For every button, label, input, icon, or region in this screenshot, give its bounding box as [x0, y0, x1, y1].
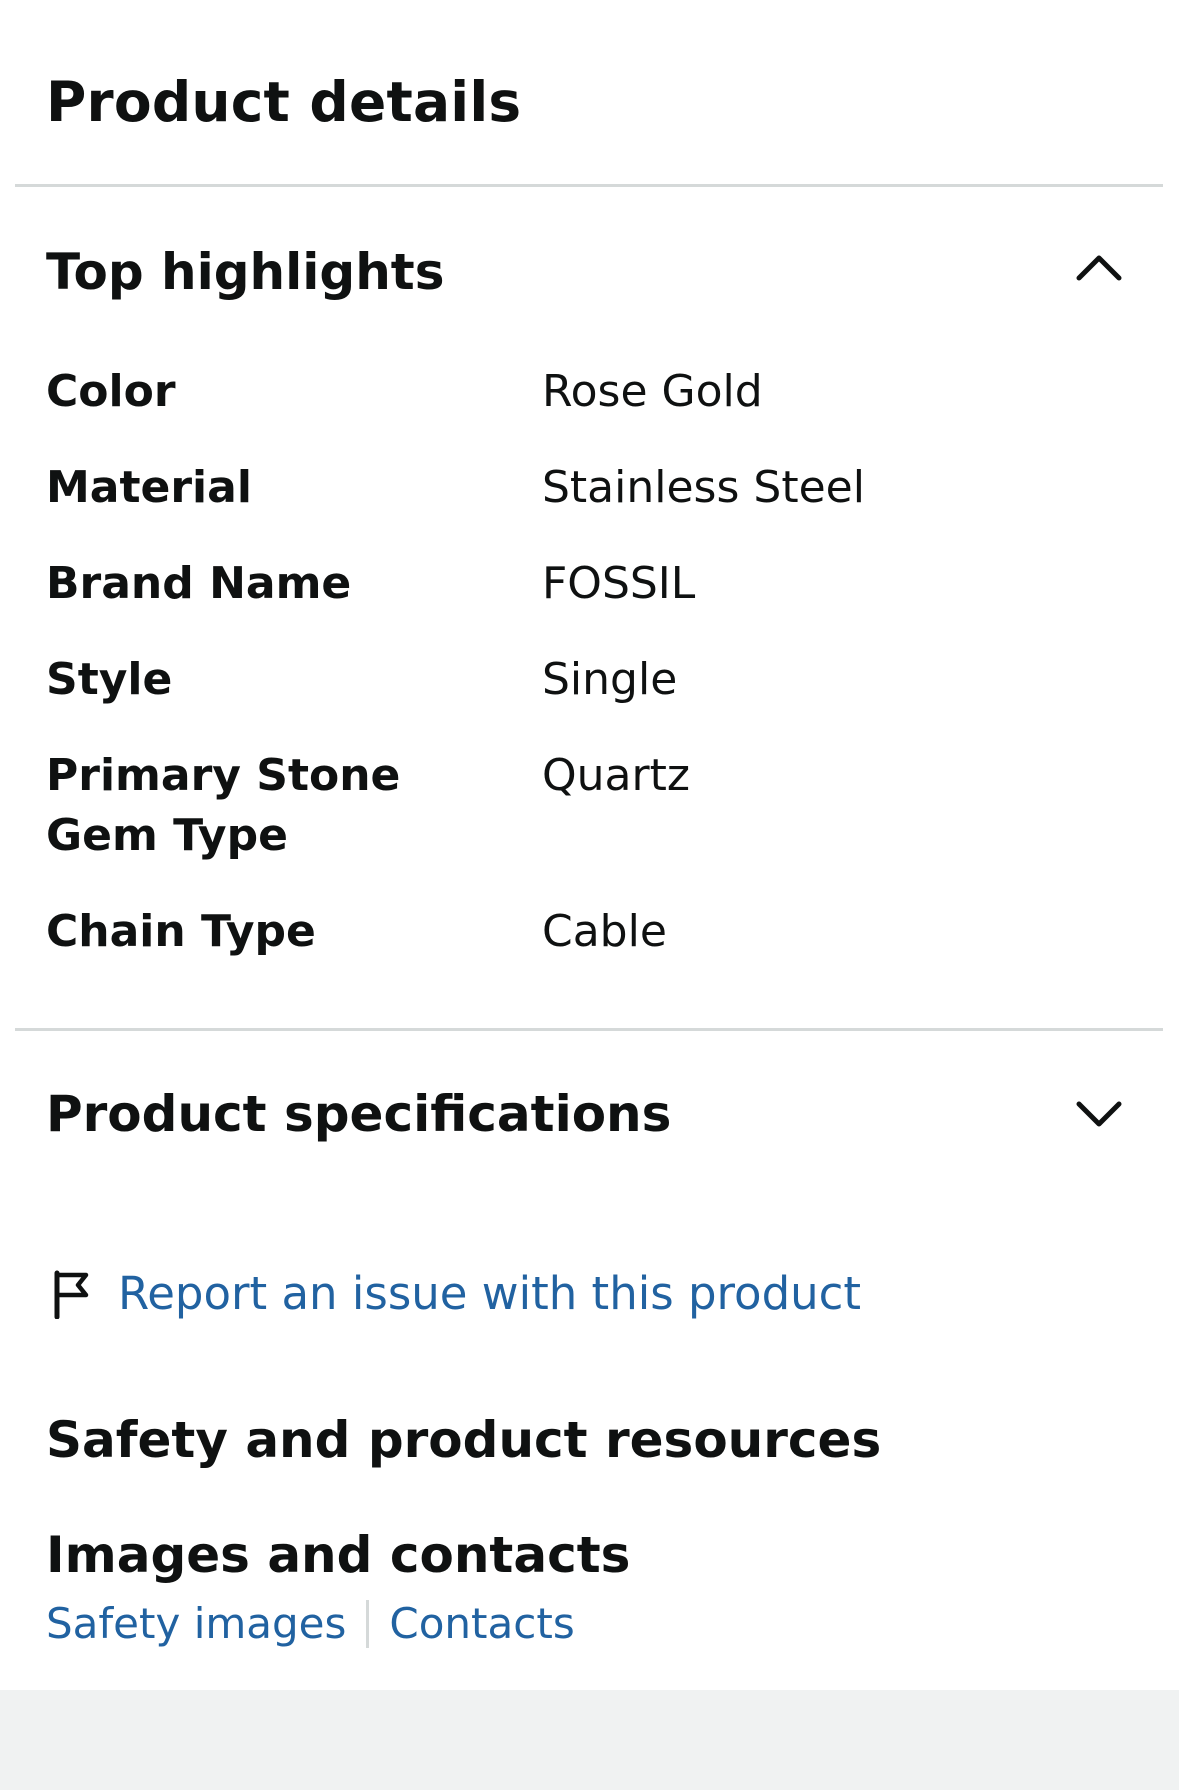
spec-value-chain-type: Cable [542, 906, 667, 957]
chevron-down-icon[interactable] [1069, 1082, 1129, 1142]
divider [15, 184, 1163, 187]
spec-value-brand-name: FOSSIL [542, 558, 696, 609]
report-issue-link[interactable]: Report an issue with this product [52, 1262, 861, 1326]
contacts-link[interactable]: Contacts [389, 1596, 574, 1652]
spec-value-color: Rose Gold [542, 366, 763, 417]
resource-links: Safety images Contacts [46, 1596, 575, 1652]
top-highlights-header[interactable]: Top highlights [0, 222, 1179, 322]
top-highlights-table: Color Rose Gold Material Stainless Steel… [46, 362, 1136, 962]
table-row: Brand Name FOSSIL [46, 554, 1136, 650]
link-separator [366, 1600, 370, 1648]
spec-label-brand-name: Brand Name [46, 558, 352, 609]
safety-images-link[interactable]: Safety images [46, 1596, 346, 1652]
spec-label-color: Color [46, 366, 176, 417]
flag-icon [54, 1270, 89, 1319]
spec-label-style: Style [46, 654, 173, 705]
spec-value-primary-stone-gem-type: Quartz [542, 750, 690, 801]
divider [15, 1028, 1163, 1031]
table-row: Chain Type Cable [46, 902, 1136, 962]
safety-resources-title: Safety and product resources [46, 1411, 882, 1469]
spec-label-material: Material [46, 462, 252, 513]
report-issue-label: Report an issue with this product [118, 1267, 862, 1320]
product-specifications-header[interactable]: Product specifications [0, 1064, 1179, 1164]
table-row: Primary Stone Gem Type Quartz [46, 746, 1136, 902]
page-title: Product details [46, 70, 522, 134]
table-row: Color Rose Gold [46, 362, 1136, 458]
footer-band [0, 1690, 1179, 1790]
top-highlights-title: Top highlights [46, 243, 445, 301]
product-specifications-title: Product specifications [46, 1085, 672, 1143]
images-contacts-title: Images and contacts [46, 1526, 631, 1584]
spec-label-chain-type: Chain Type [46, 906, 316, 957]
chevron-up-icon[interactable] [1069, 240, 1129, 300]
table-row: Style Single [46, 650, 1136, 746]
spec-value-material: Stainless Steel [542, 462, 865, 513]
spec-value-style: Single [542, 654, 678, 705]
table-row: Material Stainless Steel [46, 458, 1136, 554]
spec-label-primary-stone-gem-type: Primary Stone Gem Type [46, 750, 401, 861]
